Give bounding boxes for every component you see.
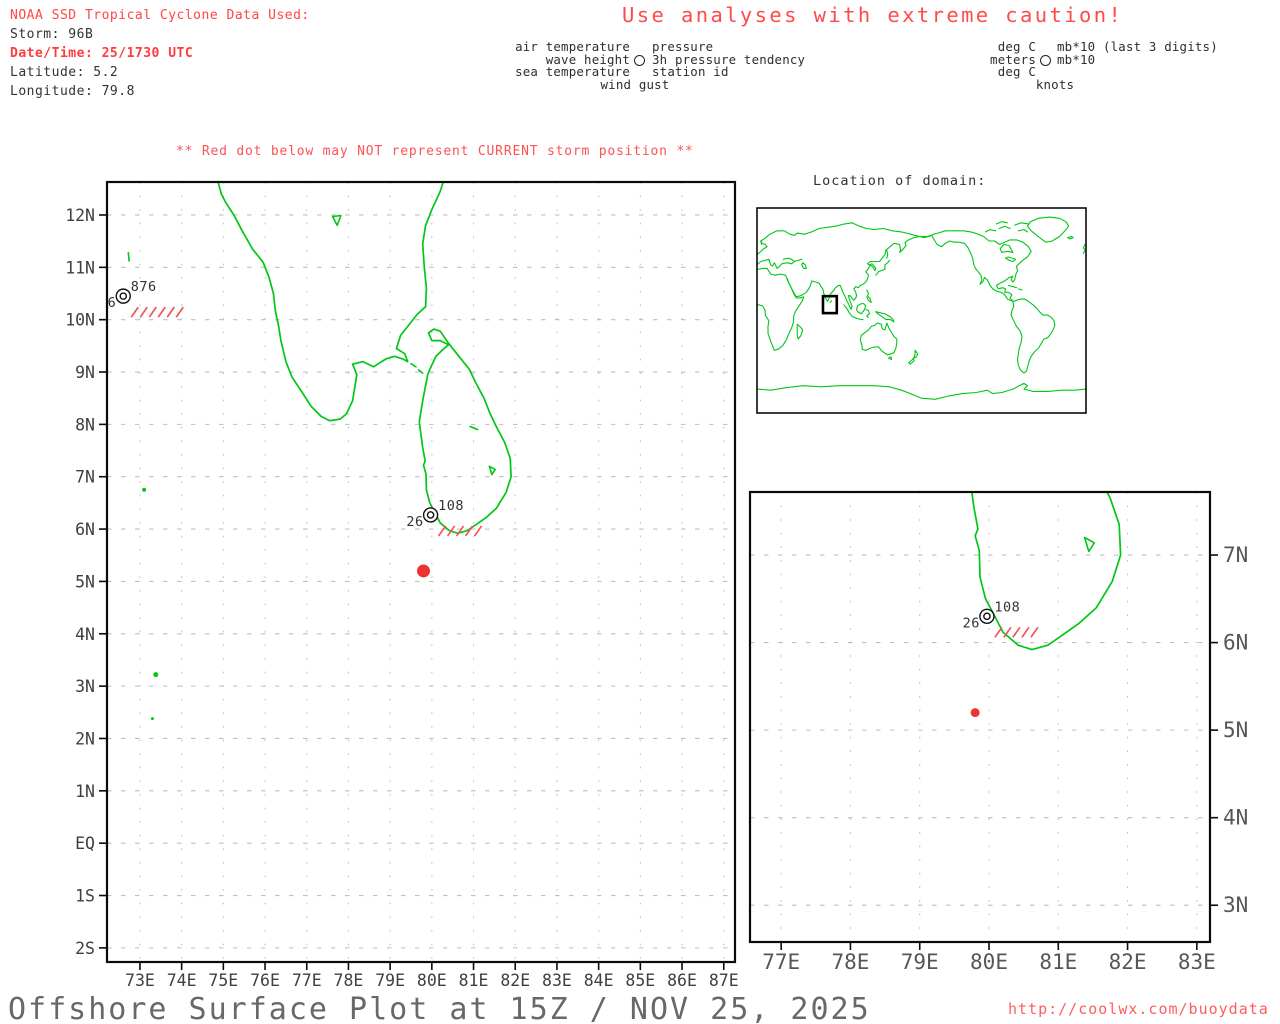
y-axis-tick-label: 4N xyxy=(1223,806,1248,830)
y-axis-tick-label: 7N xyxy=(1223,543,1248,567)
x-axis-tick-label: 75E xyxy=(208,971,238,990)
x-axis-tick-label: 82E xyxy=(1109,950,1147,974)
x-axis-tick-label: 74E xyxy=(167,971,197,990)
domain-box xyxy=(821,294,839,315)
x-axis-tick-label: 78E xyxy=(334,971,364,990)
x-axis-tick-label: 83E xyxy=(1178,950,1216,974)
y-axis-tick-label: 2S xyxy=(75,939,95,958)
y-axis-tick-label: 7N xyxy=(75,468,95,487)
x-axis-tick-label: 81E xyxy=(1039,950,1077,974)
surface-plot-svg: 876 6 108 26 73E 74E 75E 76E 77E 78E 79E 80E 81E 82E 8… xyxy=(65,180,1248,990)
station-pressure-value: 876 xyxy=(131,279,157,295)
wind-gust-hatches xyxy=(437,525,483,537)
x-axis-tick-label: 87E xyxy=(709,971,739,990)
zoom-inset-map: 108 26 77E 78E 79E 80E 81E 82E 83E 7N 6N 5N 4N 3N xyxy=(748,490,1248,974)
y-axis-tick-label: 8N xyxy=(75,415,95,434)
station-pressure-value: 108 xyxy=(438,498,464,514)
y-axis-tick-label: 1N xyxy=(75,782,95,801)
x-axis-tick-label: 83E xyxy=(542,971,572,990)
x-axis-tick-label: 84E xyxy=(584,971,614,990)
x-axis-tick-label: 79E xyxy=(375,971,405,990)
x-axis-tick-label: 78E xyxy=(831,950,869,974)
main-map: 876 6 108 26 73E 74E 75E 76E 77E 78E 79E 80E 81E 82E 8… xyxy=(65,180,739,990)
x-axis-tick-label: 82E xyxy=(500,971,530,990)
y-axis-tick-label: 9N xyxy=(75,363,95,382)
y-axis-tick-label: 6N xyxy=(75,520,95,539)
station-plot: 108 26 xyxy=(963,599,1039,638)
station-temp-value: 26 xyxy=(406,514,423,530)
storm-position-dot xyxy=(970,708,980,718)
station-circle-icon xyxy=(422,507,439,523)
y-axis-tick-label: 4N xyxy=(75,625,95,644)
x-axis-tick-label: 80E xyxy=(970,950,1008,974)
y-axis-tick-label: 6N xyxy=(1223,631,1248,655)
y-axis-tick-label: 11N xyxy=(65,258,95,277)
y-axis-tick-label: 1S xyxy=(75,887,95,906)
x-axis-tick-label: 73E xyxy=(125,971,155,990)
x-axis-tick-label: 81E xyxy=(459,971,489,990)
y-axis-tick-label: 10N xyxy=(65,311,95,330)
y-axis-tick-label: 2N xyxy=(75,729,95,748)
island-dot xyxy=(153,672,159,678)
y-axis-tick-label: 3N xyxy=(1223,893,1248,917)
station-pressure-value: 108 xyxy=(994,599,1020,615)
station-plot: 108 26 xyxy=(406,498,483,537)
y-axis-tick-label: 12N xyxy=(65,206,95,225)
island-dot xyxy=(142,487,147,492)
y-axis-tick-label: EQ xyxy=(75,834,95,853)
x-axis-tick-label: 80E xyxy=(417,971,447,990)
station-temp-value: 6 xyxy=(108,295,117,311)
station-circle-icon xyxy=(979,608,995,625)
x-axis-tick-label: 85E xyxy=(625,971,655,990)
wind-gust-hatches xyxy=(130,306,184,318)
station-temp-value: 26 xyxy=(963,615,980,631)
x-axis-tick-label: 86E xyxy=(667,971,697,990)
x-axis-tick-label: 77E xyxy=(292,971,322,990)
y-axis-tick-label: 5N xyxy=(1223,718,1248,742)
plot-title: Offshore Surface Plot at 15Z / NOV 25, 2… xyxy=(8,992,871,1024)
station-circle-icon xyxy=(115,288,131,304)
station-plot: 876 6 xyxy=(108,279,184,318)
island-dot xyxy=(150,717,154,721)
world-locator-map xyxy=(756,207,1087,414)
x-axis-tick-label: 77E xyxy=(762,950,800,974)
map-frame xyxy=(756,207,1087,414)
y-axis-tick-label: 5N xyxy=(75,572,95,591)
x-axis-tick-label: 76E xyxy=(250,971,280,990)
x-axis-tick-label: 79E xyxy=(901,950,939,974)
wind-gust-hatches xyxy=(994,626,1039,638)
offshore-surface-plot-page: NOAA SSD Tropical Cyclone Data Used: Sto… xyxy=(0,0,1280,1024)
y-axis-tick-label: 3N xyxy=(75,677,95,696)
storm-position-dot xyxy=(417,564,431,578)
source-url: http://coolwx.com/buoydata xyxy=(1008,1000,1269,1018)
